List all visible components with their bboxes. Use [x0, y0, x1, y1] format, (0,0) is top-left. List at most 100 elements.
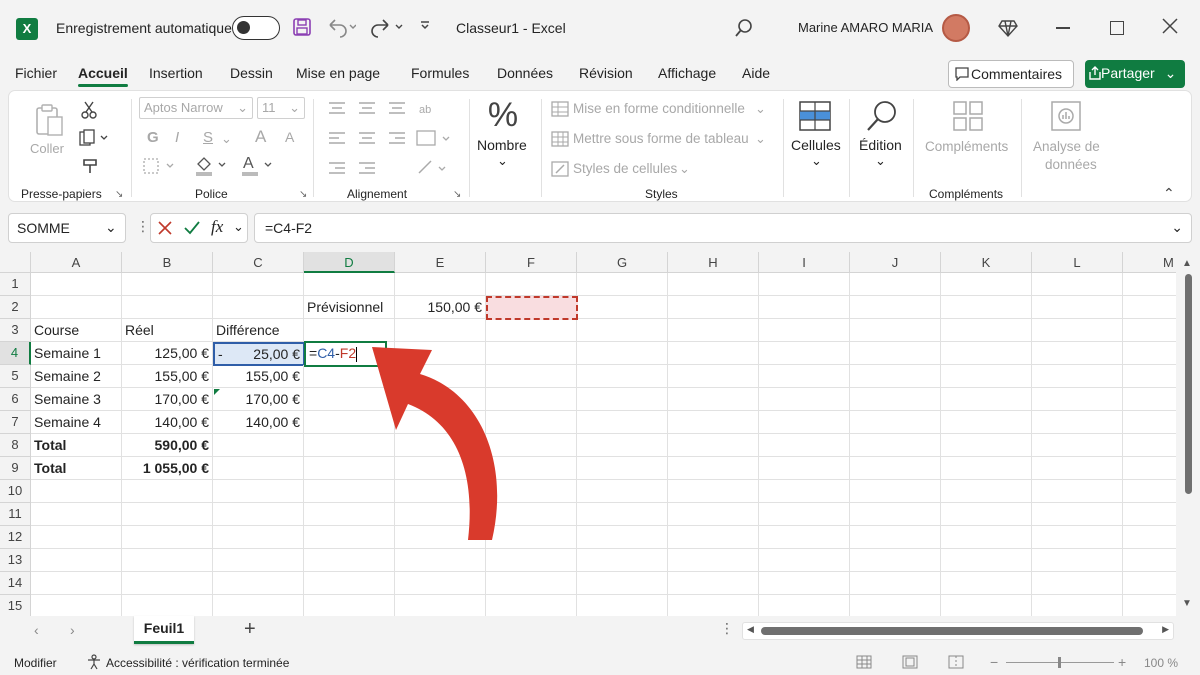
more-icon[interactable]: ⋮ — [720, 620, 734, 637]
tab-insertion[interactable]: Insertion — [149, 65, 203, 81]
editing-icon[interactable] — [865, 99, 899, 136]
column-header-a[interactable]: A — [31, 252, 122, 273]
row-header[interactable]: 9 — [0, 457, 31, 480]
maximize-icon[interactable] — [1110, 21, 1124, 35]
accessibility-status[interactable]: Accessibilité : vérification terminée — [106, 656, 289, 670]
format-table-icon[interactable] — [551, 131, 569, 150]
column-header-h[interactable]: H — [668, 252, 759, 273]
tab-accueil[interactable]: Accueil — [78, 65, 128, 87]
addins-icon[interactable] — [951, 99, 985, 136]
cells-icon[interactable] — [797, 99, 833, 136]
cell-c3[interactable]: Différence — [213, 319, 304, 342]
row-header[interactable]: 8 — [0, 434, 31, 457]
zoom-out-button[interactable]: − — [990, 654, 998, 670]
italic-button[interactable]: I — [175, 129, 179, 146]
chevron-down-icon[interactable]: ⌄ — [1171, 219, 1183, 236]
collapse-ribbon-icon[interactable]: ⌃ — [1163, 185, 1175, 202]
tab-fichier[interactable]: Fichier — [15, 65, 57, 81]
row-header[interactable]: 10 — [0, 480, 31, 503]
share-button[interactable]: Partager ⌄ — [1085, 60, 1185, 88]
dialog-launcher-icon[interactable]: ↘ — [115, 189, 123, 200]
row-header[interactable]: 11 — [0, 503, 31, 526]
row-header[interactable]: 2 — [0, 296, 31, 319]
redo-icon[interactable] — [370, 16, 406, 43]
cell-a3[interactable]: Course — [31, 319, 122, 342]
search-icon[interactable] — [734, 18, 754, 41]
dialog-launcher-icon[interactable]: ↘ — [453, 189, 461, 200]
cell-a6[interactable]: Semaine 3 — [31, 388, 122, 411]
number-label[interactable]: Nombre — [477, 137, 527, 153]
cell-b3[interactable]: Réel — [122, 319, 213, 342]
cell-c7[interactable]: 140,00 € — [213, 411, 304, 434]
column-header-e[interactable]: E — [395, 252, 486, 273]
column-header-m[interactable]: M — [1123, 252, 1176, 273]
scroll-up-icon[interactable]: ▲ — [1182, 258, 1192, 269]
copy-icon[interactable] — [79, 129, 109, 150]
enter-icon[interactable] — [183, 220, 201, 239]
cell-b8[interactable]: 590,00 € — [122, 434, 213, 457]
name-box[interactable]: SOMME ⌄ — [8, 213, 126, 243]
add-sheet-button[interactable]: + — [244, 618, 256, 641]
zoom-level[interactable]: 100 % — [1144, 656, 1178, 670]
cell-f2-reference[interactable] — [486, 296, 578, 320]
cell-b4[interactable]: 125,00 € — [122, 342, 213, 365]
align-buttons-icon[interactable]: ab — [327, 101, 457, 184]
save-icon[interactable] — [292, 17, 312, 42]
cell-a9[interactable]: Total — [31, 457, 122, 480]
column-header-b[interactable]: B — [122, 252, 213, 273]
row-header[interactable]: 6 — [0, 388, 31, 411]
cell-styles-button[interactable]: Styles de cellules — [573, 161, 677, 176]
autosave-toggle[interactable] — [232, 16, 280, 40]
cell-b5[interactable]: 155,00 € — [122, 365, 213, 388]
font-family-select[interactable]: Aptos Narrow ⌄ — [139, 97, 253, 119]
row-header[interactable]: 5 — [0, 365, 31, 388]
column-header-j[interactable]: J — [850, 252, 941, 273]
normal-view-icon[interactable] — [856, 655, 872, 672]
tab-mise-en-page[interactable]: Mise en page — [296, 65, 380, 81]
cell-a7[interactable]: Semaine 4 — [31, 411, 122, 434]
column-header-d[interactable]: D — [304, 252, 395, 273]
chevron-right-icon[interactable]: › — [70, 622, 75, 638]
select-all-corner[interactable] — [0, 252, 31, 273]
cell-c6[interactable]: 170,00 € — [213, 388, 304, 411]
conditional-format-icon[interactable] — [551, 101, 569, 120]
row-header[interactable]: 7 — [0, 411, 31, 434]
insert-function-icon[interactable]: fx — [211, 217, 223, 237]
tab-dessin[interactable]: Dessin — [230, 65, 273, 81]
close-icon[interactable] — [1162, 18, 1178, 37]
row-header[interactable]: 3 — [0, 319, 31, 342]
cell-a4[interactable]: Semaine 1 — [31, 342, 122, 365]
underline-button[interactable]: S — [203, 129, 213, 146]
zoom-in-button[interactable]: + — [1118, 654, 1126, 670]
diamond-icon[interactable] — [998, 18, 1018, 41]
vertical-scrollbar[interactable]: ▲ ▼ — [1176, 252, 1200, 616]
cell-b9[interactable]: 1 055,00 € — [122, 457, 213, 480]
font-grow-button[interactable]: A — [255, 127, 266, 147]
formula-input[interactable]: =C4-F2 ⌄ — [254, 213, 1192, 243]
percent-icon[interactable]: % — [483, 98, 523, 132]
format-painter-icon[interactable] — [81, 157, 99, 178]
row-header[interactable]: 15 — [0, 595, 31, 616]
format-table-button[interactable]: Mettre sous forme de tableau — [573, 131, 749, 146]
editing-label[interactable]: Édition — [859, 137, 902, 153]
sheet-tab-feuil1[interactable]: Feuil1 — [134, 616, 194, 644]
tab-donnees[interactable]: Données — [497, 65, 553, 81]
row-header[interactable]: 14 — [0, 572, 31, 595]
avatar[interactable] — [942, 14, 970, 42]
column-header-l[interactable]: L — [1032, 252, 1123, 273]
cell-a5[interactable]: Semaine 2 — [31, 365, 122, 388]
column-header-g[interactable]: G — [577, 252, 668, 273]
conditional-format-button[interactable]: Mise en forme conditionnelle — [573, 101, 745, 116]
undo-icon[interactable] — [326, 16, 357, 43]
row-header[interactable]: 4 — [0, 342, 31, 365]
page-layout-icon[interactable] — [902, 655, 918, 672]
cell-b6[interactable]: 170,00 € — [122, 388, 213, 411]
horizontal-scroll-thumb[interactable] — [761, 627, 1143, 635]
worksheet-grid[interactable]: A B C D E F G H I J K L M 1 2 3 4 5 6 7 … — [0, 252, 1176, 616]
paste-icon[interactable] — [31, 103, 67, 142]
scroll-right-icon[interactable]: ▶ — [1162, 624, 1169, 635]
customize-toolbar-icon[interactable] — [418, 18, 432, 38]
vertical-scroll-thumb[interactable] — [1185, 274, 1192, 494]
font-shrink-button[interactable]: A — [285, 129, 294, 145]
accessibility-icon[interactable] — [86, 654, 102, 673]
